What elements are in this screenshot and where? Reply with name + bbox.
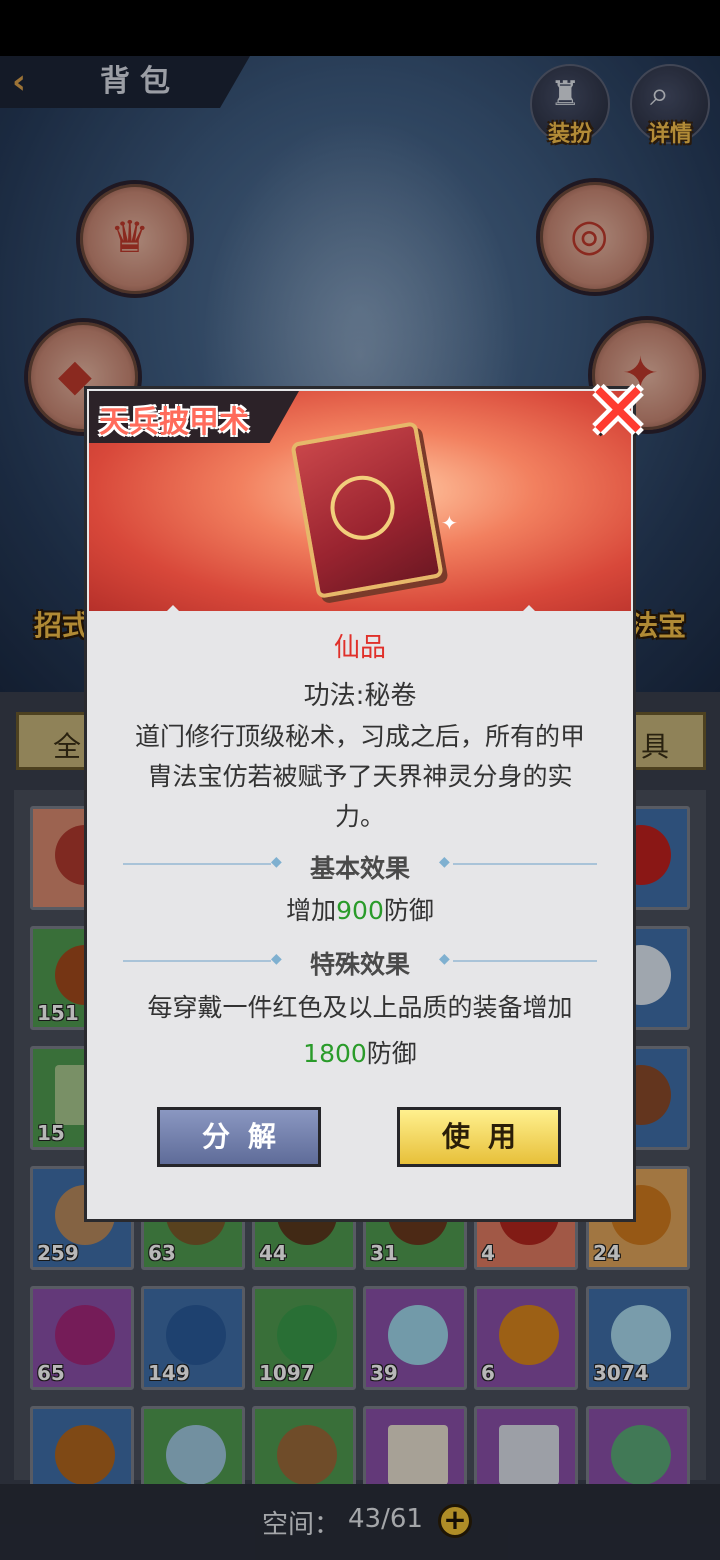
banner-notch <box>509 605 549 625</box>
special-effect-prefix: 每穿戴一件红色及以上品质的装备增加 <box>147 993 573 1022</box>
emblem-icon <box>325 470 400 545</box>
special-effect-suffix: 防御 <box>366 1039 417 1068</box>
decompose-button[interactable]: 分解 <box>157 1107 321 1167</box>
item-detail-modal: ✦ 天兵披甲术 仙品 功法:秘卷 道门修行顶级秘术，习成之后，所有的甲胄法宝仿若… <box>84 386 636 1222</box>
basic-effect-text: 增加900防御 <box>87 891 633 931</box>
special-effect-title: 特殊效果 <box>309 950 410 979</box>
divider <box>453 960 597 962</box>
item-name: 天兵披甲术 <box>99 405 249 440</box>
item-category: 功法:秘卷 <box>303 681 417 711</box>
close-icon: ✕ <box>585 367 651 457</box>
use-button[interactable]: 使用 <box>397 1107 561 1167</box>
sparkle-icon: ✦ <box>441 511 458 535</box>
special-effect-text: 每穿戴一件红色及以上品质的装备增加 1800防御 <box>117 985 603 1077</box>
basic-effect-value: 900 <box>336 896 384 925</box>
close-button[interactable]: ✕ <box>582 373 654 451</box>
item-quality: 仙品 <box>333 633 386 663</box>
basic-effect-prefix: 增加 <box>286 896 337 925</box>
divider <box>453 863 597 865</box>
diamond-icon: ◆ <box>439 951 450 967</box>
book-icon <box>290 421 444 599</box>
special-effect-value: 1800 <box>303 1039 367 1068</box>
diamond-icon: ◆ <box>439 854 450 870</box>
basic-effect-suffix: 防御 <box>383 896 434 925</box>
banner-notch <box>153 605 193 625</box>
item-description: 道门修行顶级秘术，习成之后，所有的甲胄法宝仿若被赋予了天界神灵分身的实力。 <box>134 722 585 831</box>
basic-effect-title: 基本效果 <box>309 854 410 883</box>
